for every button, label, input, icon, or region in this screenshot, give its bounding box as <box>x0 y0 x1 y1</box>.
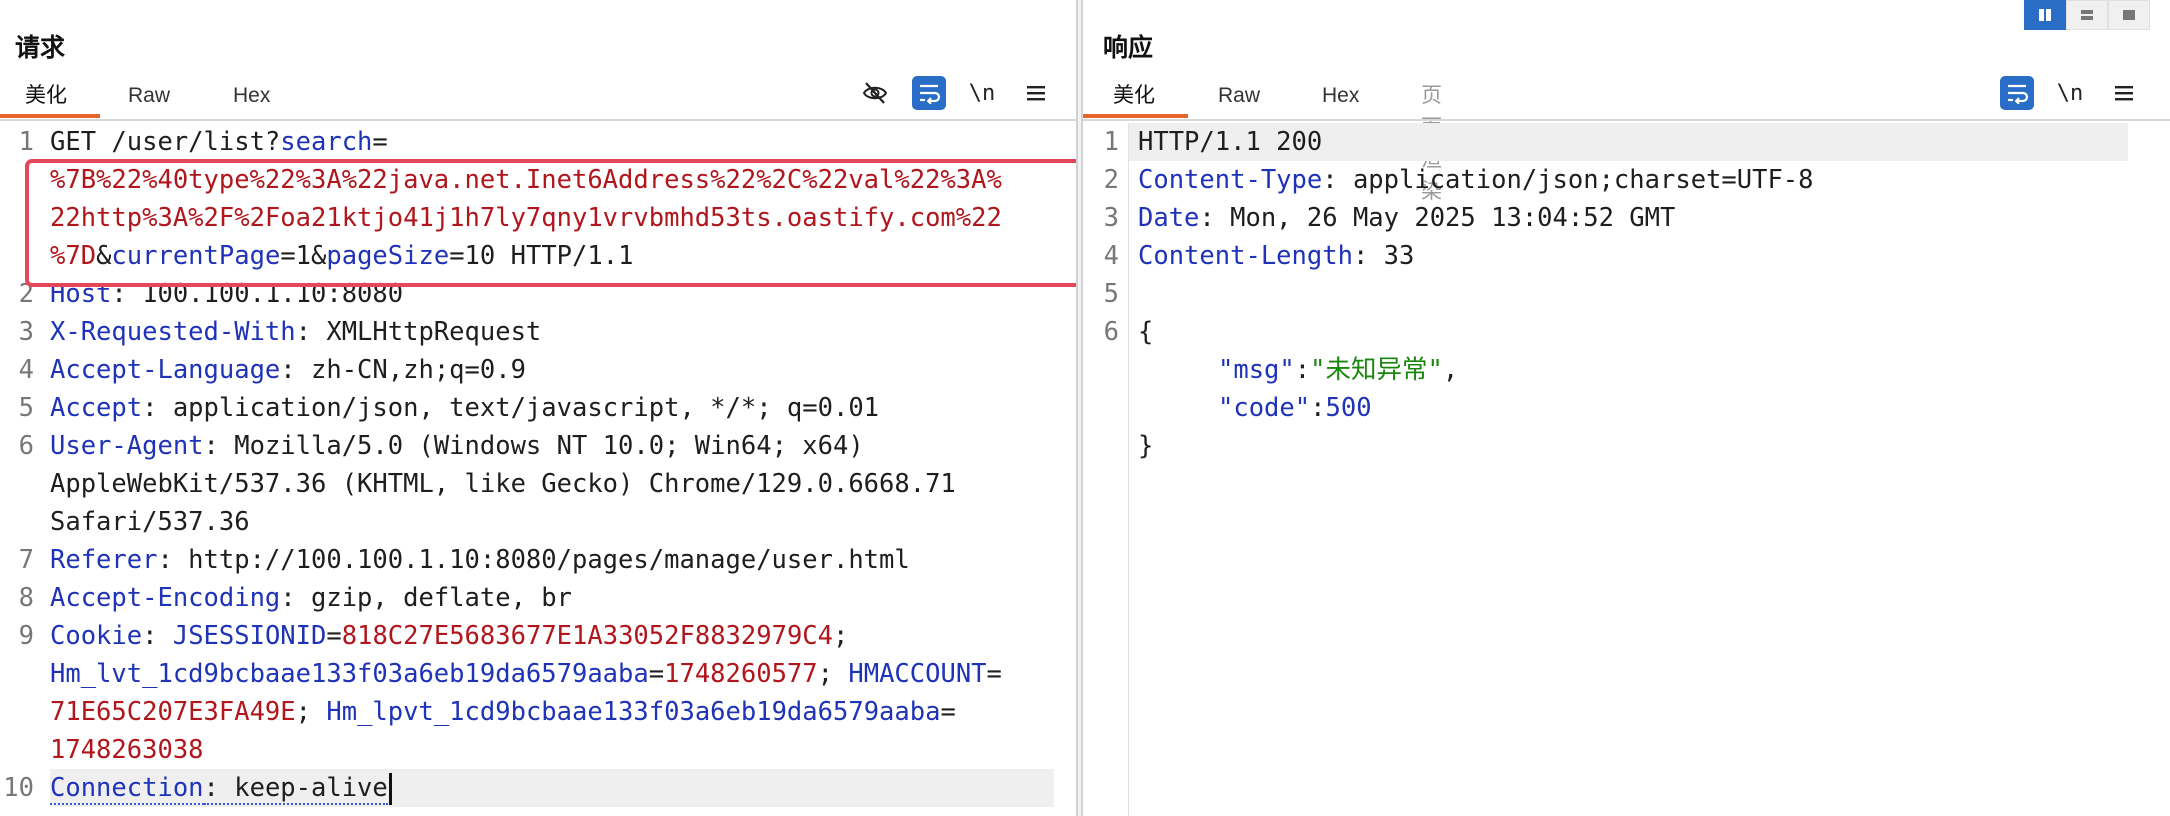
highlighted-payload-box <box>25 159 1076 287</box>
line-number: 5 <box>1103 279 1119 309</box>
code-line-6: User-Agent: Mozilla/5.0 (Windows NT 10.0… <box>50 431 864 461</box>
resp-line-3: Date: Mon, 26 May 2025 13:04:52 GMT <box>1138 203 1676 233</box>
code-line-5: Accept: application/json, text/javascrip… <box>50 393 880 423</box>
request-pane: 请求 美化 Raw Hex \n 1 2 3 4 5 6 7 8 9 10 GE… <box>0 0 1076 816</box>
tab-hex[interactable]: Hex <box>233 80 270 118</box>
wrap-icon <box>2008 84 2029 104</box>
resp-line-6: { <box>1138 317 1154 347</box>
line-number: 6 <box>18 431 34 461</box>
code-line-3: X-Requested-With: XMLHttpRequest <box>50 317 542 347</box>
hamburger-menu-icon <box>1027 86 1045 101</box>
tab-render[interactable]: 页面渲染 <box>1421 80 1442 203</box>
code-line-9: Cookie: JSESSIONID=818C27E5683677E1A3305… <box>50 621 849 651</box>
tab-pretty-label: 美化 <box>25 84 67 107</box>
request-title: 请求 <box>15 33 66 62</box>
tab-raw[interactable]: Raw <box>1218 80 1260 118</box>
line-number <box>0 655 34 693</box>
line-number <box>0 731 34 769</box>
code-line-6-wrap-1: AppleWebKit/537.36 (KHTML, like Gecko) C… <box>50 469 956 499</box>
pane-splitter[interactable] <box>1076 0 1083 816</box>
hamburger-menu-icon <box>2115 86 2133 101</box>
line-number: 3 <box>18 317 34 347</box>
eye-off-icon <box>862 82 888 104</box>
line-number: 6 <box>1103 317 1119 347</box>
line-number: 4 <box>18 355 34 385</box>
code-line-7: Referer: http://100.100.1.10:8080/pages/… <box>50 545 910 575</box>
line-number <box>0 503 34 541</box>
response-title: 响应 <box>1103 33 1154 62</box>
word-wrap-button[interactable] <box>912 76 946 110</box>
json-line-msg: "msg":"未知异常", <box>1218 355 1459 385</box>
hide-nonprintable-button[interactable] <box>858 76 892 110</box>
response-pane: 响应 美化 Raw Hex 页面渲染 \n 1 2 3 4 5 6 HTTP/1.1 20… <box>1083 0 2170 816</box>
line-number: 8 <box>18 583 34 613</box>
line-number: 1 <box>18 127 34 157</box>
code-line-4: Accept-Language: zh-CN,zh;q=0.9 <box>50 355 526 385</box>
code-line-9-wrap-3: 1748263038 <box>50 735 204 765</box>
tab-pretty-label: 美化 <box>1113 84 1155 107</box>
tab-pretty[interactable]: 美化 <box>1083 80 1188 118</box>
resp-line-1: HTTP/1.1 200 <box>1138 127 1323 157</box>
code-line-8: Accept-Encoding: gzip, deflate, br <box>50 583 572 613</box>
line-number: 9 <box>18 621 34 651</box>
response-editor[interactable]: 1 2 3 4 5 6 HTTP/1.1 200 Content-Type: applic… <box>1083 123 2170 816</box>
word-wrap-button[interactable] <box>2000 76 2034 110</box>
resp-line-2: Content-Type: application/json;charset=U… <box>1138 165 1814 195</box>
resp-line-close: } <box>1138 431 1154 461</box>
text-cursor <box>388 773 392 805</box>
tab-raw[interactable]: Raw <box>128 80 170 118</box>
line-number <box>0 465 34 503</box>
active-tab-underline <box>0 114 100 118</box>
code-line-6-wrap-2: Safari/537.36 <box>50 507 250 537</box>
code-line-9-wrap-2: 71E65C207E3FA49E; Hm_lpvt_1cd9bcbaae133f… <box>50 697 956 727</box>
request-menu-button[interactable] <box>1019 76 1053 110</box>
show-newlines-button[interactable]: \n <box>2053 76 2087 110</box>
line-number: 1 <box>1103 127 1119 157</box>
line-number: 10 <box>3 773 34 803</box>
code-line-9-wrap-1: Hm_lvt_1cd9bcbaae133f03a6eb19da6579aaba=… <box>50 659 1002 689</box>
active-tab-underline <box>1083 114 1188 118</box>
json-line-code: "code":500 <box>1218 393 1372 423</box>
tab-pretty[interactable]: 美化 <box>0 80 100 118</box>
code-line-10: Connection: keep-alive <box>50 769 392 807</box>
line-number <box>0 693 34 731</box>
tabs-divider <box>0 119 1076 121</box>
line-number: 2 <box>1103 165 1119 195</box>
line-number: 5 <box>18 393 34 423</box>
line-number: 7 <box>18 545 34 575</box>
resp-line-4: Content-Length: 33 <box>1138 241 1415 271</box>
response-menu-button[interactable] <box>2107 76 2141 110</box>
tab-hex[interactable]: Hex <box>1322 80 1359 118</box>
line-number: 4 <box>1103 241 1119 271</box>
wrap-icon <box>920 84 941 104</box>
tabs-divider <box>1083 119 2170 121</box>
line-number: 3 <box>1103 203 1119 233</box>
code-line-1: GET /user/list?search= <box>50 127 388 157</box>
show-newlines-button[interactable]: \n <box>965 76 999 110</box>
